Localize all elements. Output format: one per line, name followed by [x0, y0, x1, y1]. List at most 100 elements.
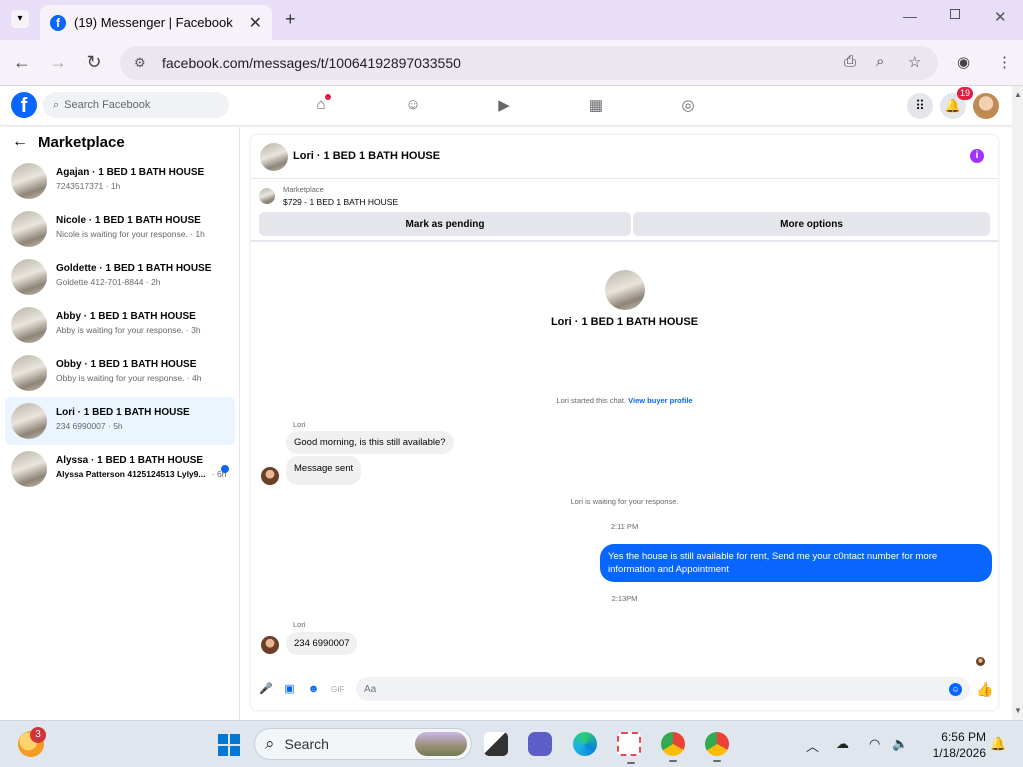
conversation-item-active[interactable]: Lori · 1 BED 1 BATH HOUSE 234 6990007 · …	[5, 397, 235, 445]
conversation-item[interactable]: Goldette · 1 BED 1 BATH HOUSE Goldette 4…	[5, 253, 235, 301]
search-placeholder: Search Facebook	[64, 99, 151, 111]
start-windows-icon[interactable]	[218, 734, 240, 756]
clock[interactable]: 6:56 PM 1/18/2026	[922, 729, 986, 761]
close-window-icon[interactable]: ✕	[994, 8, 1007, 26]
listing-thumbnail	[11, 307, 47, 343]
marketplace-icon[interactable]: ▦	[586, 96, 606, 114]
clock-date: 1/18/2026	[932, 746, 986, 760]
info-icon[interactable]: i	[970, 149, 984, 163]
gif-icon[interactable]: GIF	[331, 683, 344, 696]
friends-icon[interactable]: ☺	[403, 96, 423, 114]
tab-search-icon[interactable]: ▾	[11, 10, 29, 28]
search-highlight-image	[415, 732, 467, 756]
emoji-icon[interactable]: ☺	[949, 683, 962, 696]
facebook-search-input[interactable]: ⌕ Search Facebook	[43, 92, 229, 118]
browser-toolbar: ← → ↻ ⚙ facebook.com/messages/t/10064192…	[0, 40, 1023, 86]
listing-thumbnail	[11, 355, 47, 391]
photo-icon[interactable]: ▣	[283, 683, 296, 696]
message-composer: 🎤 ▣ ☻ GIF ☺ 👍	[251, 675, 998, 705]
url-text: facebook.com/messages/t/1006419289703355…	[162, 55, 461, 71]
chat-listing-thumbnail[interactable]	[260, 143, 288, 171]
taskbar-search-label: Search	[284, 736, 329, 752]
account-avatar[interactable]	[973, 93, 999, 119]
notification-count-badge: 19	[957, 87, 974, 100]
outgoing-message: Yes the house is still available for ren…	[600, 544, 992, 582]
notification-bell-icon[interactable]: 🔔	[990, 736, 1006, 752]
intro-name: Lori · 1 BED 1 BATH HOUSE	[550, 316, 699, 328]
taskbar-search[interactable]: ⌕ Search	[254, 728, 472, 760]
scroll-down-icon[interactable]: ▼	[1014, 706, 1022, 715]
open-app-indicator	[627, 762, 635, 764]
conversation-name: Agajan · 1 BED 1 BATH HOUSE	[56, 167, 205, 178]
more-options-button[interactable]: More options	[633, 212, 990, 236]
forward-icon[interactable]: →	[47, 52, 69, 73]
listing-thumbnail	[11, 259, 47, 295]
new-tab-icon[interactable]: +	[285, 9, 296, 30]
clock-time: 6:56 PM	[941, 730, 986, 744]
task-view-icon[interactable]	[484, 732, 508, 756]
page-scrollbar[interactable]: ▲ ▼	[1012, 86, 1023, 720]
bookmark-star-icon[interactable]: ☆	[908, 53, 921, 71]
close-tab-icon[interactable]: ✕	[249, 13, 262, 33]
conversation-item[interactable]: Obby · 1 BED 1 BATH HOUSE Obby is waitin…	[5, 349, 235, 397]
search-icon: ⌕	[265, 734, 275, 753]
home-icon[interactable]: ⌂	[311, 94, 331, 114]
site-info-icon[interactable]: ⚙	[134, 55, 150, 71]
sidebar-title: Marketplace	[38, 133, 125, 151]
sticker-icon[interactable]: ☻	[307, 683, 320, 696]
listing-thumbnail	[11, 163, 47, 199]
conversation-preview: Alyssa Patterson 4125124513 Lyly9... · 6…	[56, 469, 227, 479]
thumbs-up-icon[interactable]: 👍	[976, 681, 993, 698]
listing-thumbnail	[11, 451, 47, 487]
conversation-preview: Goldette 412-701-8844 · 2h	[56, 277, 161, 287]
back-icon[interactable]: ←	[11, 52, 33, 73]
sender-name: Lori	[293, 420, 306, 429]
meet-app-icon[interactable]	[528, 732, 552, 756]
conversation-preview: Obby is waiting for your response. · 4h	[56, 373, 202, 383]
browser-menu-icon[interactable]: ⋮	[997, 53, 1012, 71]
unread-dot	[221, 465, 229, 473]
mark-as-pending-button[interactable]: Mark as pending	[259, 212, 631, 236]
address-bar[interactable]: ⚙ facebook.com/messages/t/10064192897033…	[120, 46, 938, 80]
show-hidden-icons-icon[interactable]: ︿	[806, 736, 819, 755]
snipping-tool-icon[interactable]	[617, 732, 641, 764]
reload-icon[interactable]: ↻	[83, 52, 105, 73]
volume-icon[interactable]: 🔈	[892, 736, 908, 752]
sender-avatar[interactable]	[261, 636, 279, 654]
onedrive-icon[interactable]: ☁	[836, 736, 849, 752]
maximize-icon[interactable]	[950, 9, 960, 19]
profile-icon[interactable]: ◉	[957, 53, 970, 71]
listing-mini-thumbnail[interactable]	[259, 188, 275, 204]
edge-browser-icon[interactable]	[573, 732, 597, 756]
chrome-profile-a-icon[interactable]	[661, 732, 685, 762]
chat-header: Lori · 1 BED 1 BATH HOUSE i	[251, 135, 998, 179]
conversation-item[interactable]: Agajan · 1 BED 1 BATH HOUSE 7243517371 ·…	[5, 157, 235, 205]
back-arrow-icon[interactable]: ←	[12, 133, 28, 151]
chat-started-text: Lori started this chat.	[556, 396, 627, 405]
conversation-item[interactable]: Abby · 1 BED 1 BATH HOUSE Abby is waitin…	[5, 301, 235, 349]
conversation-item[interactable]: Nicole · 1 BED 1 BATH HOUSE Nicole is wa…	[5, 205, 235, 253]
browser-tab[interactable]: f (19) Messenger | Facebook ✕	[40, 5, 272, 40]
sender-avatar[interactable]	[261, 467, 279, 485]
scroll-up-icon[interactable]: ▲	[1014, 90, 1022, 99]
conversation-preview: Nicole is waiting for your response. · 1…	[56, 229, 205, 239]
open-app-indicator	[713, 760, 721, 762]
listing-price-title[interactable]: $729 - 1 BED 1 BATH HOUSE	[283, 197, 398, 207]
conversation-preview: Abby is waiting for your response. · 3h	[56, 325, 201, 335]
zoom-icon[interactable]: ⌕	[876, 53, 884, 70]
microphone-icon[interactable]: 🎤	[259, 683, 273, 696]
view-buyer-profile-link[interactable]: View buyer profile	[628, 396, 692, 405]
message-input[interactable]	[356, 677, 970, 701]
chrome-profile-b-icon[interactable]	[705, 732, 729, 762]
facebook-logo-icon[interactable]: f	[11, 92, 37, 118]
minimize-icon[interactable]: —	[903, 8, 917, 24]
menu-grid-icon[interactable]: ⠿	[907, 93, 933, 119]
groups-icon[interactable]: ◎	[678, 96, 698, 114]
sender-name: Lori	[293, 620, 306, 629]
wifi-icon[interactable]: ◠	[869, 736, 880, 752]
video-icon[interactable]: ▶	[494, 96, 514, 114]
tab-title: (19) Messenger | Facebook	[74, 15, 233, 30]
install-app-icon[interactable]: ⎙	[844, 53, 856, 70]
chat-title[interactable]: Lori · 1 BED 1 BATH HOUSE	[293, 150, 440, 162]
conversation-item[interactable]: Alyssa · 1 BED 1 BATH HOUSE Alyssa Patte…	[5, 445, 235, 493]
